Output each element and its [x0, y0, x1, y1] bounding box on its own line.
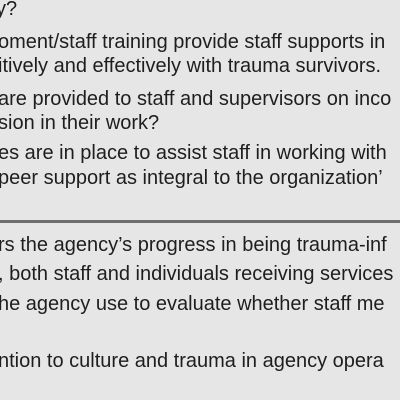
section-divider: [0, 220, 400, 223]
text-line: itively and effectively with trauma surv…: [0, 55, 382, 77]
text-line: are provided to staff and supervisors on…: [0, 88, 392, 110]
text-line: peer support as integral to the organiza…: [0, 167, 383, 189]
text-line: , both staff and individuals receiving s…: [0, 263, 394, 285]
text-line: sion in their work?: [0, 112, 160, 134]
text-line: y?: [0, 0, 18, 20]
text-line: he agency use to evaluate whether staff …: [0, 293, 385, 315]
text-line: ntion to culture and trauma in agency op…: [0, 350, 384, 372]
text-line: oment/staff training provide staff suppo…: [0, 31, 386, 53]
text-line: es are in place to assist staff in worki…: [0, 142, 387, 164]
text-line: rs the agency’s progress in being trauma…: [0, 234, 387, 256]
